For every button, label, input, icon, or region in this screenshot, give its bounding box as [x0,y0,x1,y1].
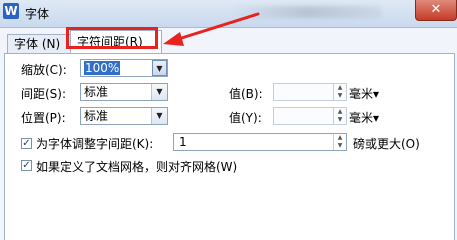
position-amount-field[interactable]: ▲ ▼ [273,107,347,125]
grid-checkbox[interactable]: ✓ [21,160,32,171]
spacing-combo[interactable]: 标准 ▼ [80,83,168,101]
scale-label: 缩放(C): [21,63,67,77]
spacing-value: 标准 [84,85,109,99]
character-spacing-panel: 缩放(C): 100% ▼ 间距(S): 标准 ▼ 值(B): ▲ ▼ 毫米▾ 位… [4,53,455,240]
position-label: 位置(P): [21,111,66,125]
spin-down-icon[interactable]: ▼ [334,142,346,150]
chevron-down-icon[interactable]: ▼ [151,108,167,124]
kerning-suffix: 磅或更大(O) [353,137,420,151]
wps-writer-icon: W [3,3,19,19]
spin-down-icon[interactable]: ▼ [334,116,346,124]
chevron-down-icon[interactable]: ▼ [152,60,167,76]
font-dialog: W 字体 ✕ 字体 (N) 字符间距(R) 缩放(C): 100% ▼ 间距(S… [0,0,457,240]
spin-buttons[interactable]: ▲ ▼ [333,108,346,124]
kerning-checkbox[interactable]: ✓ [21,138,32,149]
spin-up-icon[interactable]: ▲ [334,134,346,142]
close-button[interactable]: ✕ [415,0,457,21]
tab-font[interactable]: 字体 (N) [7,34,71,54]
spacing-amount-field[interactable]: ▲ ▼ [273,83,347,101]
kerning-size-field[interactable]: 1 ▲ ▼ [173,133,347,151]
spin-buttons[interactable]: ▲ ▼ [333,84,346,100]
tab-character-spacing[interactable]: 字符间距(R) [70,30,162,53]
title-bar: W 字体 ✕ [0,0,457,28]
spin-down-icon[interactable]: ▼ [334,92,346,100]
spin-up-icon[interactable]: ▲ [334,108,346,116]
spacing-amount-label: 值(B): [229,87,263,101]
spacing-label: 间距(S): [21,87,67,101]
window-title: 字体 [25,7,50,21]
kerning-size-value: 1 [179,135,187,149]
spin-up-icon[interactable]: ▲ [334,84,346,92]
scale-combo[interactable]: 100% ▼ [80,59,168,77]
position-amount-label: 值(Y): [229,111,262,125]
position-unit[interactable]: 毫米▾ [349,109,379,126]
position-value: 标准 [84,109,109,123]
spacing-unit[interactable]: 毫米▾ [349,85,379,102]
position-combo[interactable]: 标准 ▼ [80,107,168,125]
grid-label[interactable]: 如果定义了文档网格，则对齐网格(W) [36,158,237,175]
scale-value: 100% [84,61,121,75]
chevron-down-icon[interactable]: ▼ [151,84,167,100]
spin-buttons[interactable]: ▲ ▼ [333,134,346,150]
title-bar-blurred-area [232,6,382,18]
kerning-label[interactable]: 为字体调整字间距(K): [36,135,153,152]
